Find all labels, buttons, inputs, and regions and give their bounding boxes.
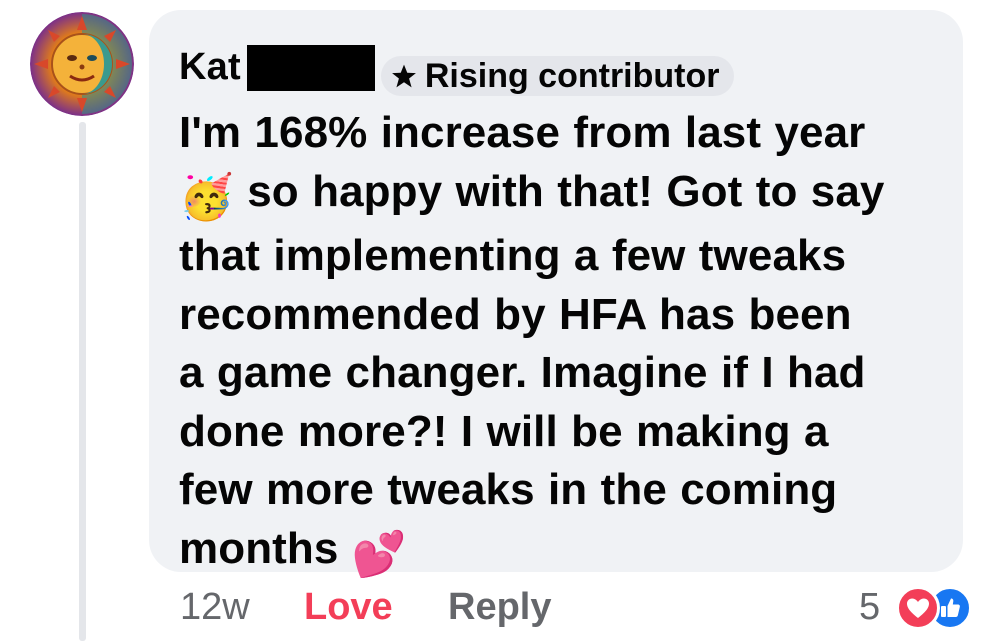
comment-line: done more?! I will be making a (179, 406, 829, 456)
avatar[interactable] (30, 12, 134, 116)
star-icon (391, 64, 416, 88)
reaction-summary[interactable] (896, 586, 980, 630)
comment-line: I'm 168% increase from last year (179, 108, 866, 157)
two-hearts-emoji-icon: 💕 (351, 529, 407, 579)
comment-line: that implementing a few tweaks (179, 231, 847, 280)
comment-line: a game changer. Imagine if I had (179, 348, 866, 397)
partying-face-emoji-icon: 🥳 (179, 172, 234, 222)
redacted-surname (246, 45, 375, 91)
badge-label: Rising contributor (424, 56, 720, 95)
comment-line: recommended by HFA has been (179, 289, 852, 339)
comment-line: months 💕 (179, 520, 937, 585)
comment-bubble: Kat Rising contributor I'm 168% increase… (149, 10, 963, 579)
comment-header: Kat Rising contributor (179, 40, 937, 96)
timestamp[interactable]: 12w (180, 586, 250, 629)
sun-moon-avatar-icon (30, 12, 134, 116)
author-name[interactable]: Kat (179, 46, 241, 89)
heart-reaction-icon (896, 586, 940, 630)
comment-footer: 12w Love Reply 5 (180, 582, 980, 632)
comment-body: I'm 168% increase from last year 🥳 so ha… (179, 104, 937, 584)
rising-contributor-badge[interactable]: Rising contributor (380, 56, 734, 96)
comment-line: few more tweaks in the coming (179, 465, 838, 514)
love-reaction-button[interactable]: Love (304, 586, 393, 629)
comment-line: 🥳 so happy with that! Got to say (179, 163, 937, 228)
reply-button[interactable]: Reply (448, 586, 551, 629)
reaction-count[interactable]: 5 (859, 586, 880, 629)
thread-line (79, 122, 86, 641)
